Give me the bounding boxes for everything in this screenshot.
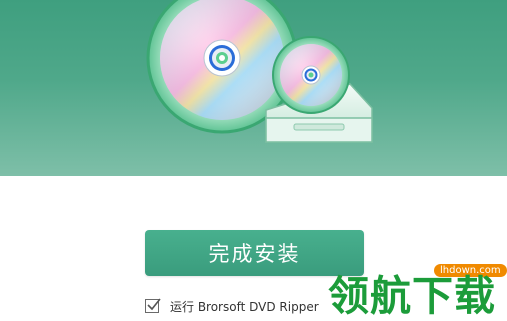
- site-watermark: lhdown.com 领航下载: [326, 262, 507, 321]
- run-after-install-label: 运行 Brorsoft DVD Ripper: [170, 299, 319, 314]
- checkmark-icon: [147, 298, 161, 311]
- hero-banner: [0, 0, 507, 176]
- finish-install-button-label: 完成安装: [208, 242, 301, 266]
- watermark-text: 领航下载: [328, 272, 496, 320]
- run-after-install-checkbox[interactable]: [145, 298, 161, 313]
- run-after-install-option[interactable]: 运行 Brorsoft DVD Ripper: [145, 297, 319, 315]
- dvd-illustration-icon: [146, 0, 373, 143]
- installer-finish-window: 完成安装 运行 Brorsoft DVD Ripper lhdown.com 领…: [0, 0, 507, 321]
